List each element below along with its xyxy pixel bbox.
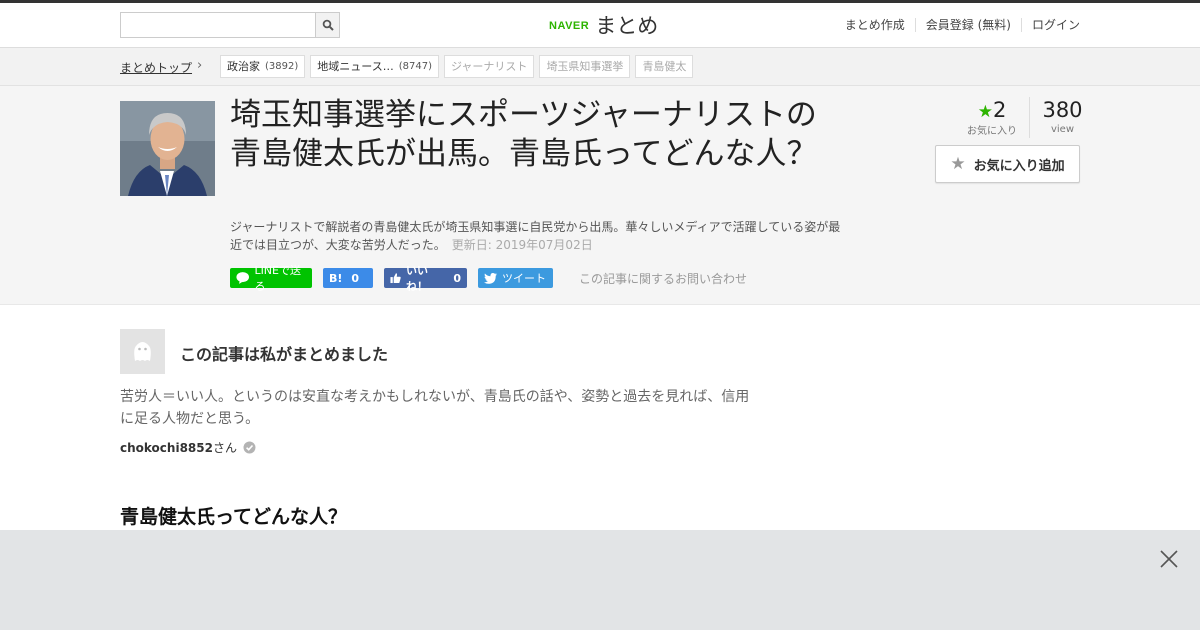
line-share-label: LINEで送る <box>254 264 301 293</box>
nav-create-matome[interactable]: まとめ作成 <box>835 18 915 32</box>
tag-politician[interactable]: 政治家 (3892) <box>220 55 306 78</box>
tag-count: (8747) <box>398 61 432 72</box>
curator-username[interactable]: chokochi8852 <box>120 441 213 455</box>
logo-matome-text: まとめ <box>595 14 659 38</box>
hatena-bookmark-button[interactable]: B! 0 <box>323 268 373 288</box>
close-button[interactable] <box>1158 548 1180 570</box>
tag-saitama-election[interactable]: 埼玉県知事選挙 <box>539 55 631 78</box>
tag-label: 埼玉県知事選挙 <box>546 60 624 73</box>
facebook-like-button[interactable]: いいね！ 0 <box>384 264 467 293</box>
tweet-button[interactable]: ツイート <box>478 268 553 288</box>
favorites-count-row: ★2 <box>955 97 1029 125</box>
tweet-label: ツイート <box>502 272 546 285</box>
search-box <box>120 12 340 38</box>
article-inquiry-link[interactable]: この記事に関するお問い合わせ <box>579 270 747 287</box>
curator-username-suffix: さん <box>212 441 237 455</box>
article-thumbnail <box>120 101 215 196</box>
logo-naver-text: NAVER <box>549 20 590 32</box>
article-updated-date: 更新日: 2019年07月02日 <box>451 238 593 252</box>
share-buttons: LINEで送る B! 0 いいね！ 0 ツイート この記事に関するお問い合わせ <box>230 264 747 293</box>
like-count: 0 <box>453 271 461 285</box>
favorites-label: お気に入り <box>967 126 1017 137</box>
nav-login[interactable]: ログイン <box>1020 18 1080 32</box>
curator-description: 苦労人＝いい人。というのは安直な考えかもしれないが、青島氏の話や、姿勢と過去を見… <box>120 389 750 427</box>
article-title: 埼玉知事選挙にスポーツジャーナリストの青島健太氏が出馬。青島氏ってどんな人？ <box>230 97 818 172</box>
chevron-right-icon: › <box>197 58 203 73</box>
bottom-ad-overlay <box>0 530 1200 630</box>
views-label: view <box>1050 124 1075 135</box>
verified-check-icon <box>243 441 256 454</box>
breadcrumb-home-link[interactable]: まとめトップ <box>120 59 192 76</box>
article-header: 埼玉知事選挙にスポーツジャーナリストの青島健太氏が出馬。青島氏ってどんな人？ ジ… <box>0 86 1200 305</box>
search-icon <box>322 19 334 31</box>
section-heading: 青島健太氏ってどんな人？ <box>120 506 348 528</box>
curator-username-wrap: chokochi8852さん <box>120 439 237 456</box>
tag-list: 政治家 (3892) 地域ニュース… (8747) ジャーナリスト 埼玉県知事選… <box>220 55 694 78</box>
article-stats: ★2 お気に入り 380 view <box>955 97 1095 138</box>
site-header: NAVER まとめ まとめ作成 会員登録 (無料) ログイン <box>0 3 1200 48</box>
line-share-button[interactable]: LINEで送る <box>230 264 312 293</box>
tag-label: 政治家 <box>227 60 260 73</box>
search-button[interactable] <box>315 13 339 37</box>
favorites-stat: ★2 お気に入り <box>955 97 1030 138</box>
line-icon <box>236 272 249 284</box>
hatena-count: 0 <box>351 271 360 285</box>
tag-local-news[interactable]: 地域ニュース… (8747) <box>310 55 439 78</box>
star-icon: ★ <box>977 102 993 122</box>
naver-matome-logo[interactable]: NAVER まとめ <box>549 11 658 41</box>
default-user-icon <box>134 342 151 361</box>
add-favorite-button[interactable]: ★ お気に入り追加 <box>935 145 1080 183</box>
thumbs-up-icon <box>390 273 401 284</box>
hatena-icon: B! <box>329 271 343 285</box>
article-description: ジャーナリストで解説者の青島健太氏が埼玉県知事選に自民党から出馬。華々しいメディ… <box>230 218 850 254</box>
twitter-bird-icon <box>484 272 497 284</box>
curator-user: chokochi8852さん <box>120 439 256 456</box>
breadcrumb: まとめトップ › 政治家 (3892) 地域ニュース… (8747) ジャーナリ… <box>0 48 1200 86</box>
header-nav: まとめ作成 会員登録 (無料) ログイン <box>835 18 1080 32</box>
close-icon <box>1160 550 1178 568</box>
nav-register[interactable]: 会員登録 (無料) <box>914 18 1021 32</box>
curator-avatar[interactable] <box>120 329 165 374</box>
tag-aoshima-kenta[interactable]: 青島健太 <box>635 55 694 78</box>
curator-heading: この記事は私がまとめました <box>180 345 389 364</box>
star-outline-icon: ★ <box>950 154 966 174</box>
favorites-count: 2 <box>992 98 1007 122</box>
tag-count: (3892) <box>265 61 299 72</box>
add-favorite-label: お気に入り追加 <box>973 158 1065 174</box>
like-label: いいね！ <box>406 264 428 293</box>
tag-label: 青島健太 <box>642 60 687 73</box>
tag-journalist[interactable]: ジャーナリスト <box>443 55 535 78</box>
views-count: 380 <box>1042 98 1083 122</box>
search-input[interactable] <box>121 13 315 37</box>
tag-label: ジャーナリスト <box>450 60 528 73</box>
tag-label: 地域ニュース… <box>317 60 394 73</box>
views-stat: 380 view <box>1030 97 1095 138</box>
